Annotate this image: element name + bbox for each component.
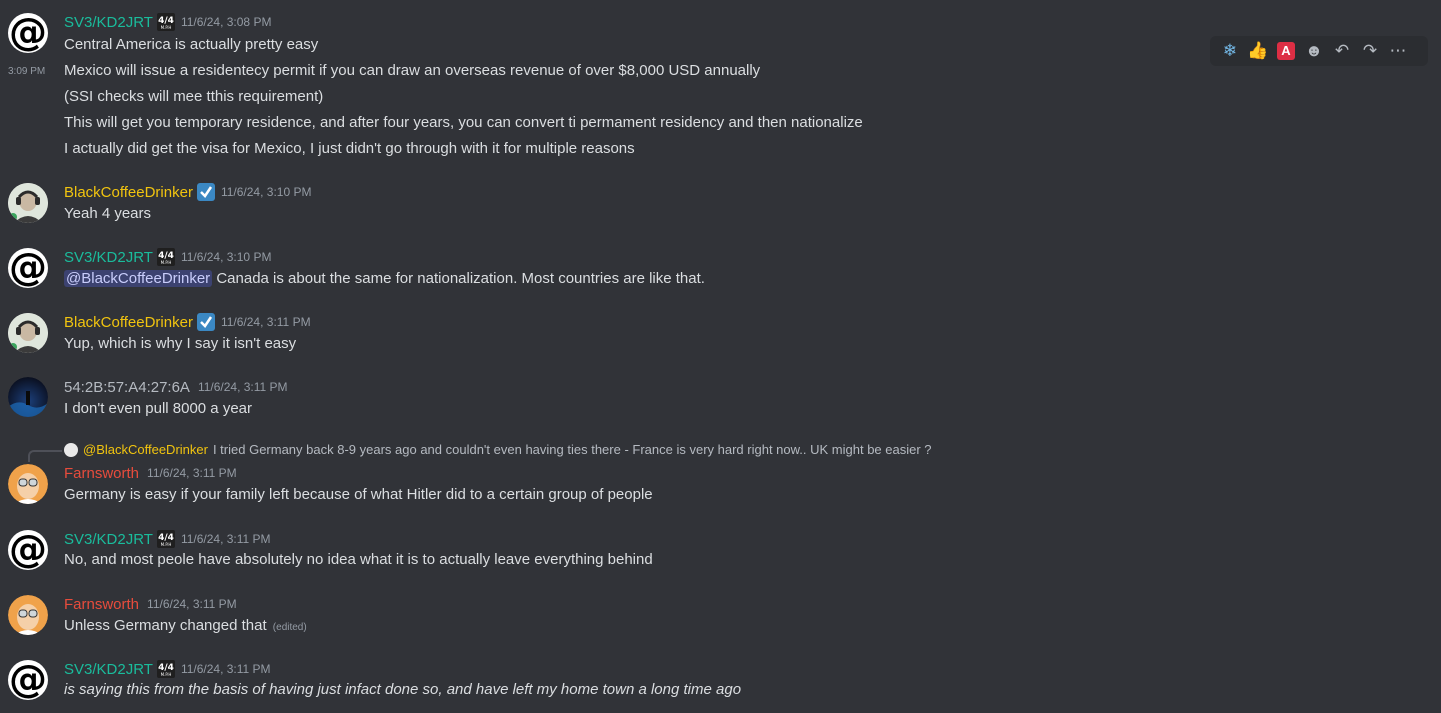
reply-connector <box>28 450 62 462</box>
avatar[interactable]: @ <box>8 248 48 288</box>
message-text: Central America is actually pretty easy <box>64 36 319 53</box>
reply-icon[interactable]: ↶ <box>1328 37 1356 65</box>
timestamp[interactable]: 11/6/24, 3:11 PM <box>221 315 311 329</box>
message-header: Farnsworth 11/6/24, 3:11 PM <box>64 463 237 483</box>
at-sign-icon: @ <box>9 530 47 570</box>
timestamp[interactable]: 11/6/24, 3:10 PM <box>181 250 272 264</box>
message-text: No, and most peole have absolutely no id… <box>64 551 653 568</box>
avatar[interactable]: @ <box>8 13 48 53</box>
reply-avatar <box>64 442 78 457</box>
edited-label: (edited) <box>272 622 307 633</box>
thumbs-up-reaction-icon[interactable]: 👍 <box>1244 37 1272 65</box>
add-reaction-icon[interactable]: ☻ <box>1300 37 1328 65</box>
username[interactable]: Farnsworth <box>64 596 139 613</box>
forward-icon[interactable]: ↷ <box>1356 37 1384 65</box>
message-header: SV3/KD2JRT 4/4 M.P.H 11/6/24, 3:08 PM <box>64 12 271 32</box>
avatar[interactable] <box>8 464 48 504</box>
verified-check-icon <box>196 183 215 201</box>
message-header: BlackCoffeeDrinker 11/6/24, 3:10 PM <box>64 182 311 202</box>
message-text: Yeah 4 years <box>64 205 152 222</box>
reply-preview[interactable]: @BlackCoffeeDrinker I tried Germany back… <box>64 442 932 457</box>
avatar[interactable]: @ <box>8 660 48 700</box>
timestamp[interactable]: 11/6/24, 3:08 PM <box>181 15 272 29</box>
farnsworth-avatar-icon <box>8 464 48 504</box>
message-text: I don't even pull 8000 a year <box>64 400 252 417</box>
username[interactable]: BlackCoffeeDrinker <box>64 314 193 331</box>
bcd-avatar-icon <box>8 313 48 353</box>
message-header: SV3/KD2JRT 4/4 M.P.H 11/6/24, 3:11 PM <box>64 529 271 549</box>
chat-messages: ❄ 👍 A ☻ ↶ ↷ ⋯ @ SV3/KD2JRT 4/4 M.P.H 11/6… <box>0 0 1441 713</box>
username[interactable]: SV3/KD2JRT <box>64 14 153 31</box>
at-sign-icon: @ <box>9 13 47 53</box>
timestamp[interactable]: 11/6/24, 3:11 PM <box>181 532 271 546</box>
svg-text:M.P.H: M.P.H <box>161 672 172 677</box>
message-header: SV3/KD2JRT 4/4 M.P.H 11/6/24, 3:10 PM <box>64 247 271 267</box>
avatar[interactable]: @ <box>8 530 48 570</box>
role-badge-icon: 4/4 M.P.H <box>156 13 175 31</box>
reply-text[interactable]: I tried Germany back 8-9 years ago and c… <box>213 442 932 457</box>
night-sky-avatar-icon <box>8 377 48 417</box>
message-text-body: Unless Germany changed that <box>64 617 267 634</box>
message-text: I actually did get the visa for Mexico, … <box>64 140 635 157</box>
message-header: BlackCoffeeDrinker 11/6/24, 3:11 PM <box>64 312 311 332</box>
message-text: Yup, which is why I say it isn't easy <box>64 335 297 352</box>
verified-check-icon <box>196 313 215 331</box>
at-sign-icon: @ <box>9 248 47 288</box>
message-text: (SSI checks will mee tthis requirement) <box>64 88 324 105</box>
message-header: SV3/KD2JRT 4/4 M.P.H 11/6/24, 3:11 PM <box>64 659 271 679</box>
message-header: 54:2B:57:A4:27:6A 11/6/24, 3:11 PM <box>64 377 288 397</box>
message-text-body: Canada is about the same for nationaliza… <box>212 270 705 287</box>
timestamp[interactable]: 11/6/24, 3:11 PM <box>181 662 271 676</box>
avatar[interactable] <box>8 183 48 223</box>
message-header: Farnsworth 11/6/24, 3:11 PM <box>64 594 237 614</box>
svg-text:M.P.H: M.P.H <box>161 542 172 547</box>
role-badge-icon: 4/4 M.P.H <box>156 660 175 678</box>
message-text: Mexico will issue a residentecy permit i… <box>64 62 761 79</box>
username[interactable]: 54:2B:57:A4:27:6A <box>64 379 190 396</box>
avatar[interactable] <box>8 595 48 635</box>
timestamp[interactable]: 11/6/24, 3:10 PM <box>221 185 312 199</box>
letter-a-reaction-icon[interactable]: A <box>1272 37 1300 65</box>
timestamp[interactable]: 11/6/24, 3:11 PM <box>147 466 237 480</box>
hover-timestamp[interactable]: 3:09 PM <box>8 66 50 77</box>
avatar[interactable] <box>8 313 48 353</box>
timestamp[interactable]: 11/6/24, 3:11 PM <box>147 597 237 611</box>
username[interactable]: SV3/KD2JRT <box>64 531 153 548</box>
message-action-toolbar: ❄ 👍 A ☻ ↶ ↷ ⋯ <box>1210 36 1428 66</box>
message-text: Unless Germany changed that (edited) <box>64 616 307 638</box>
at-sign-icon: @ <box>9 660 47 700</box>
svg-text:M.P.H: M.P.H <box>161 260 172 265</box>
snowflake-reaction-icon[interactable]: ❄ <box>1216 37 1244 65</box>
username[interactable]: BlackCoffeeDrinker <box>64 184 193 201</box>
message-text: This will get you temporary residence, a… <box>64 114 863 131</box>
farnsworth-avatar-icon <box>8 595 48 635</box>
avatar[interactable] <box>8 377 48 417</box>
user-mention[interactable]: @BlackCoffeeDrinker <box>64 270 213 287</box>
message-text: Germany is easy if your family left beca… <box>64 486 653 503</box>
role-badge-icon: 4/4 M.P.H <box>156 248 175 266</box>
username[interactable]: SV3/KD2JRT <box>64 249 153 266</box>
username[interactable]: SV3/KD2JRT <box>64 661 153 678</box>
timestamp[interactable]: 11/6/24, 3:11 PM <box>198 380 288 394</box>
message-text: is saying this from the basis of having … <box>64 681 742 698</box>
reply-author[interactable]: @BlackCoffeeDrinker <box>83 442 208 457</box>
bcd-avatar-icon <box>8 183 48 223</box>
svg-text:M.P.H: M.P.H <box>161 25 172 30</box>
username[interactable]: Farnsworth <box>64 465 139 482</box>
role-badge-icon: 4/4 M.P.H <box>156 530 175 548</box>
more-icon[interactable]: ⋯ <box>1384 37 1412 65</box>
message-text: @BlackCoffeeDrinker Canada is about the … <box>64 269 705 289</box>
